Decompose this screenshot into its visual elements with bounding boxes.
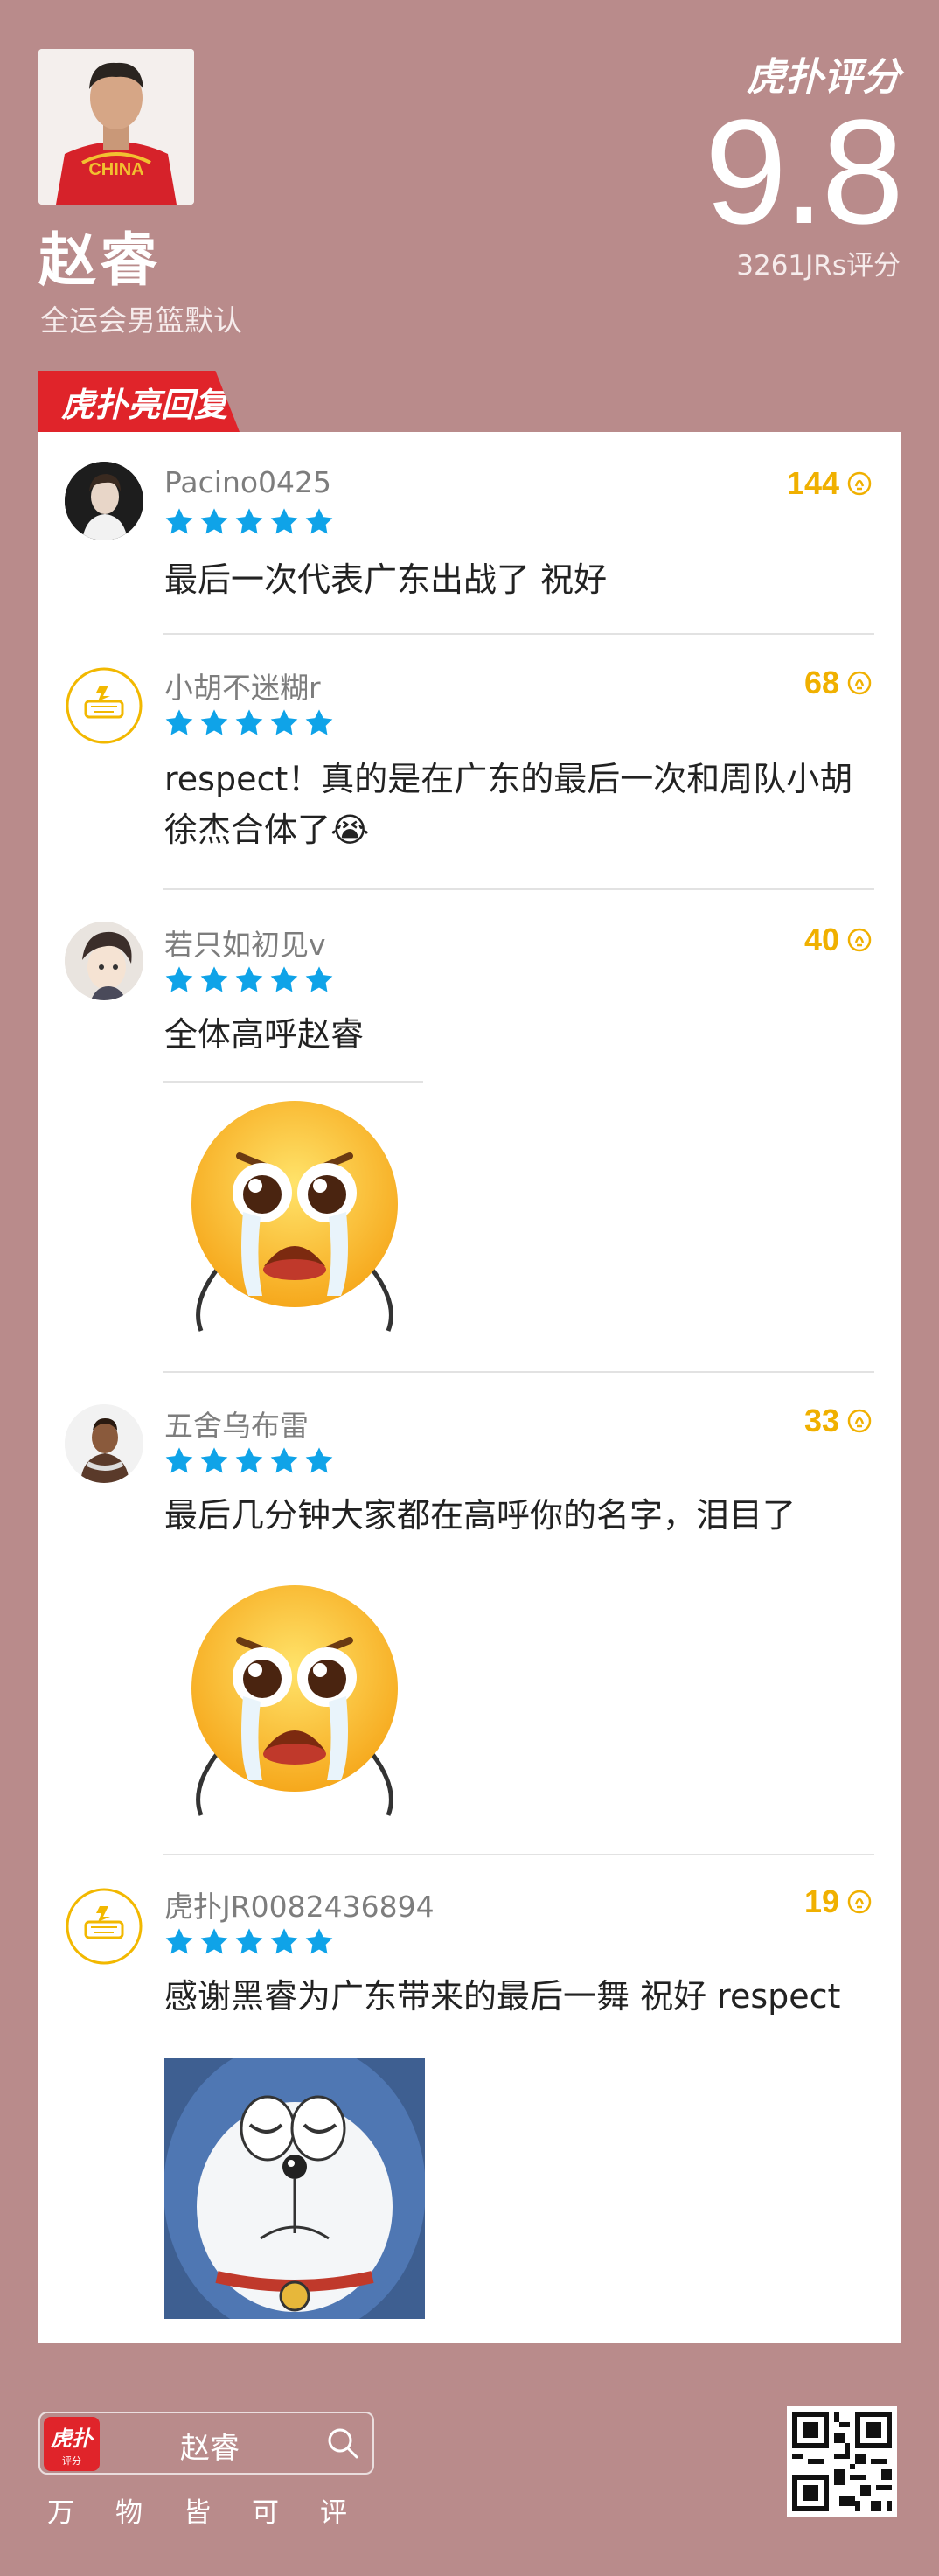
star-icon [270,508,298,534]
star-icon [200,709,228,735]
lightbulb-icon [847,471,872,496]
portrait-avatar [65,462,143,540]
slogan-char: 评 [320,2497,347,2529]
like-button[interactable]: 68 [804,665,873,701]
comment-item: 虎扑JR0082436894 19 感谢黑睿为广东带来的最后一舞 祝好 resp… [38,1855,901,2343]
like-count: 144 [786,465,839,501]
lightbulb-icon [847,928,872,952]
qr-code-icon[interactable] [787,2406,897,2517]
comment-item: 小胡不迷糊r 68 respect！真的是在广东的最后一次和周队小胡徐杰合体了😭 [38,635,901,888]
comment-username[interactable]: Pacino0425 [164,465,331,499]
comment-item: Pacino0425 144 最后一次代表广东出战了 祝好 [38,432,901,633]
like-count: 33 [803,1403,839,1438]
star-icon [235,1447,263,1473]
search-logo-subtext: 评分 [62,2454,81,2467]
search-bar[interactable]: 虎扑 评分 赵睿 [38,2412,374,2475]
star-icon [200,508,228,534]
footer: 虎扑 评分 赵睿 万 物 皆 可 评 [0,2343,939,2576]
like-button[interactable]: 40 [804,922,873,958]
lightbulb-icon [847,1890,872,1914]
slogan-char: 可 [252,2497,279,2529]
star-icon [305,1447,333,1473]
comment-item: 若只如初见v 40 全体高呼赵睿 [38,890,901,1371]
header: CHINA 赵睿 全运会男篮默认 虎扑评分 9.8 3261JRs评分 [0,0,939,411]
star-icon [305,709,333,735]
comments-card: Pacino0425 144 最后一次代表广东出战了 祝好 小胡不迷糊r 68 [38,432,901,2343]
player-name: 赵睿 [38,226,161,294]
search-query: 赵睿 [180,2431,240,2466]
comment-text: 最后一次代表广东出战了 祝好 [164,560,608,599]
jersey-text: CHINA [88,160,143,179]
default-hupu-avatar [65,666,143,745]
crying-emoji-sticker[interactable] [164,1095,425,1355]
lightbulb-icon [847,1409,872,1433]
like-button[interactable]: 33 [804,1403,873,1439]
comment-username[interactable]: 五舍乌布雷 [164,1403,309,1445]
comment-text: 最后几分钟大家都在高呼你的名字，泪目了 [164,1496,796,1535]
player-avatar: CHINA [38,49,194,205]
score-value: 9.8 [704,89,904,255]
hupu-logo: 虎扑 评分 [44,2417,100,2471]
crying-doraemon-image[interactable] [163,2041,426,2338]
divider [163,1081,423,1083]
search-logo-text: 虎扑 [51,2426,93,2451]
star-icon [305,1928,333,1954]
star-icon [270,1928,298,1954]
player-avatar [65,1404,143,1483]
comment-text: 感谢黑睿为广东带来的最后一舞 祝好 respect [164,1977,841,2016]
slogan-char: 物 [115,2497,143,2529]
star-icon [235,508,263,534]
star-icon [165,1447,193,1473]
slogan-char: 皆 [184,2497,211,2529]
star-icon [235,709,263,735]
star-rating [164,708,334,736]
star-icon [165,1928,193,1954]
star-icon [305,966,333,992]
anime-avatar [65,922,143,1000]
like-count: 19 [803,1883,839,1919]
star-icon [235,966,263,992]
like-count: 68 [803,665,839,700]
rating-count: 3261JRs评分 [736,250,901,282]
star-rating [164,965,334,993]
comment-text: respect！真的是在广东的最后一次和周队小胡徐杰合体了😭 [164,760,853,849]
slogan: 万 物 皆 可 评 [47,2490,347,2530]
comment-text: 全体高呼赵睿 [164,1015,365,1054]
slogan-char: 万 [47,2497,74,2529]
comment-item: 五舍乌布雷 33 最后几分钟大家都在高呼你的名字，泪目了 [38,1373,901,1854]
star-icon [305,508,333,534]
lightbulb-icon [847,671,872,695]
like-button[interactable]: 144 [787,465,873,502]
star-rating [164,1927,334,1955]
star-icon [200,1928,228,1954]
comment-username[interactable]: 小胡不迷糊r [164,665,321,707]
comment-username[interactable]: 虎扑JR0082436894 [164,1883,435,1925]
star-icon [270,1447,298,1473]
star-rating [164,507,334,535]
crying-emoji-sticker[interactable] [164,1579,425,1840]
default-hupu-avatar [65,1887,143,1966]
star-icon [235,1928,263,1954]
star-icon [270,709,298,735]
like-count: 40 [803,922,839,957]
star-icon [200,1447,228,1473]
star-icon [200,966,228,992]
search-icon[interactable] [325,2426,360,2461]
star-icon [270,966,298,992]
comment-username[interactable]: 若只如初见v [164,922,326,964]
star-icon [165,508,193,534]
player-event: 全运会男篮默认 [40,303,242,338]
star-icon [165,966,193,992]
star-rating [164,1446,334,1474]
like-button[interactable]: 19 [804,1883,873,1920]
star-icon [165,709,193,735]
highlight-replies-tag: 虎扑亮回复 [38,371,240,432]
